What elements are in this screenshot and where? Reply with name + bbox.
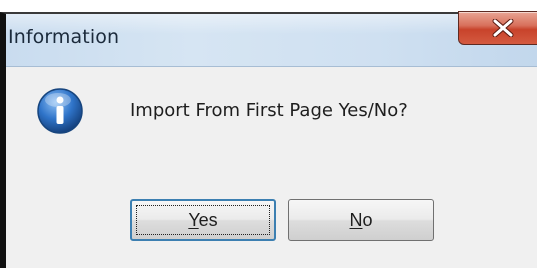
dialog-content: Import From First Page Yes/No? Yes No [6, 67, 537, 268]
close-icon [492, 19, 514, 37]
window-title: Information [8, 26, 120, 48]
info-icon [37, 88, 83, 134]
title-bar[interactable]: Information [6, 11, 537, 67]
yes-button[interactable]: Yes [130, 199, 276, 241]
no-button[interactable]: No [288, 199, 434, 241]
no-button-label: No [349, 209, 373, 230]
close-button[interactable] [458, 11, 537, 45]
yes-button-label: Yes [188, 209, 218, 230]
dialog-message: Import From First Page Yes/No? [130, 100, 408, 121]
information-dialog: Information Import From First Page Yes/N… [0, 11, 537, 268]
